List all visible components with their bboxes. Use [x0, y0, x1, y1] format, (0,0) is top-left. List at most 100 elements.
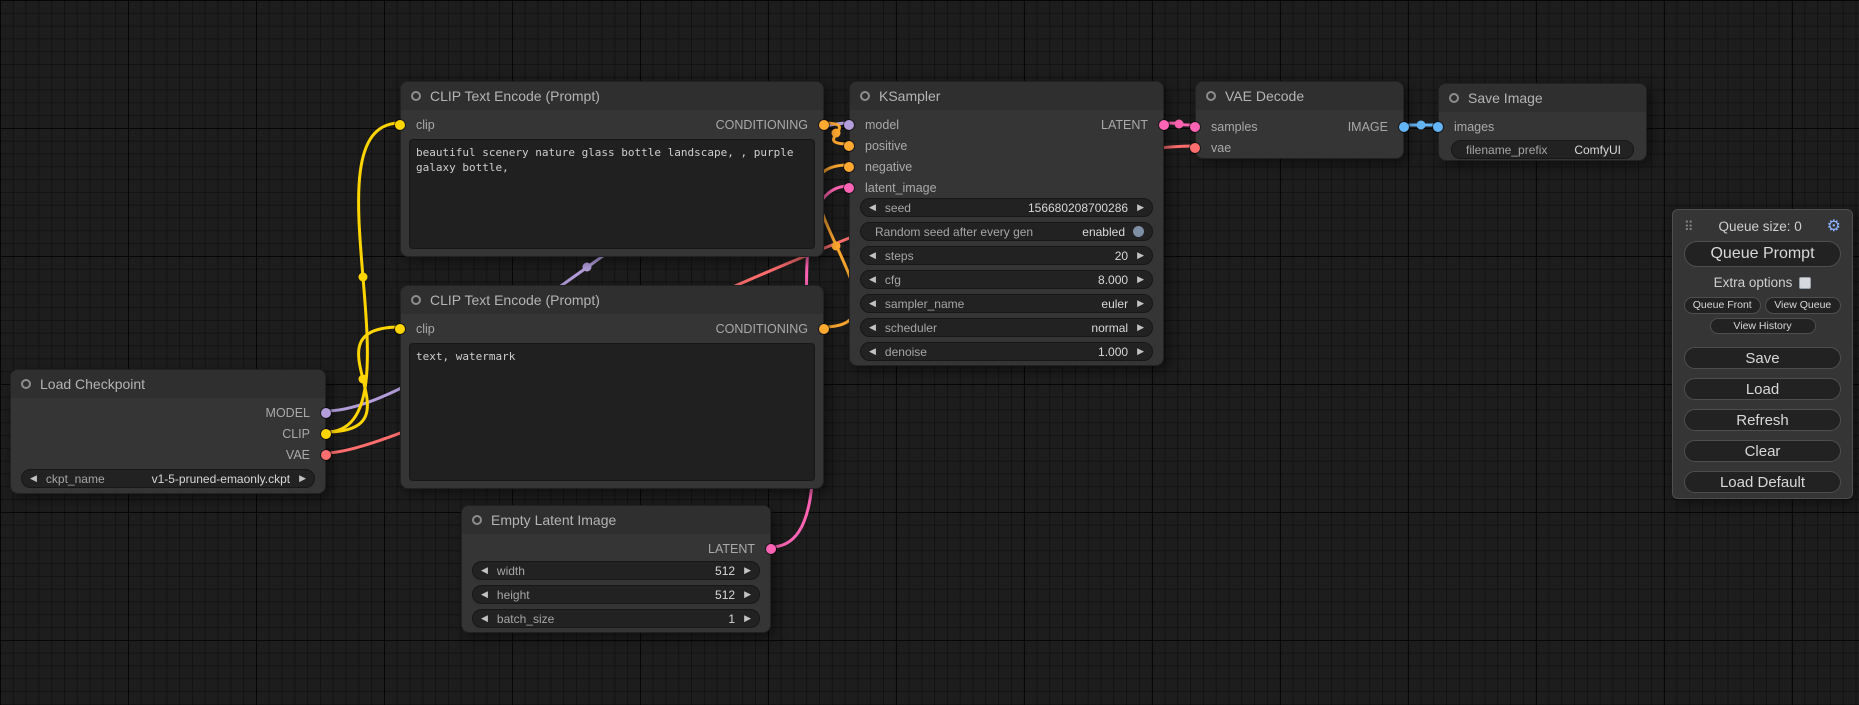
node-header[interactable]: KSampler [850, 82, 1163, 110]
output-dot-vae[interactable] [321, 450, 331, 460]
output-dot-latent[interactable] [1159, 120, 1169, 130]
node-clip-text-encode-negative[interactable]: CLIP Text Encode (Prompt) clip CONDITION… [400, 285, 824, 489]
node-load-checkpoint[interactable]: Load Checkpoint MODEL CLIP VAE ◀ ckpt_na… [10, 369, 326, 494]
output-dot-image[interactable] [1399, 122, 1409, 132]
widget-batch-size[interactable]: ◀ batch_size 1 ▶ [472, 609, 760, 628]
widget-label: scheduler [885, 321, 937, 335]
input-dot-clip[interactable] [395, 324, 405, 334]
drag-handle-icon[interactable]: ⠿ [1684, 219, 1694, 235]
node-header[interactable]: Empty Latent Image [462, 506, 770, 534]
increment-arrow-icon[interactable]: ▶ [744, 566, 751, 575]
increment-arrow-icon[interactable]: ▶ [1137, 347, 1144, 356]
input-dot-positive[interactable] [844, 141, 854, 151]
decrement-arrow-icon[interactable]: ◀ [481, 566, 488, 575]
node-ksampler[interactable]: KSampler model LATENT positive negative … [849, 81, 1164, 366]
collapse-dot-icon[interactable] [1206, 91, 1216, 101]
refresh-button[interactable]: Refresh [1684, 409, 1841, 431]
settings-gear-icon[interactable]: ⚙ [1827, 219, 1841, 235]
widget-cfg[interactable]: ◀ cfg 8.000 ▶ [860, 270, 1153, 289]
slot-row: negative [850, 156, 1163, 177]
widget-denoise[interactable]: ◀ denoise 1.000 ▶ [860, 342, 1153, 361]
widget-scheduler[interactable]: ◀ scheduler normal ▶ [860, 318, 1153, 337]
input-dot-clip[interactable] [395, 120, 405, 130]
widget-seed[interactable]: ◀ seed 156680208700286 ▶ [860, 198, 1153, 217]
widget-label: width [497, 564, 525, 578]
input-dot-vae[interactable] [1190, 143, 1200, 153]
node-header[interactable]: CLIP Text Encode (Prompt) [401, 286, 823, 314]
slot-row: vae [1196, 137, 1403, 158]
node-header[interactable]: CLIP Text Encode (Prompt) [401, 82, 823, 110]
widget-sampler-name[interactable]: ◀ sampler_name euler ▶ [860, 294, 1153, 313]
decrement-arrow-icon[interactable]: ◀ [30, 474, 37, 483]
input-dot-negative[interactable] [844, 162, 854, 172]
decrement-arrow-icon[interactable]: ◀ [869, 299, 876, 308]
view-history-button[interactable]: View History [1710, 318, 1816, 334]
prompt-textarea[interactable]: text, watermark [409, 343, 815, 481]
output-label-conditioning: CONDITIONING [716, 118, 808, 132]
output-dot-conditioning[interactable] [819, 324, 829, 334]
queue-front-button[interactable]: Queue Front [1684, 297, 1761, 314]
collapse-dot-icon[interactable] [472, 515, 482, 525]
input-dot-samples[interactable] [1190, 122, 1200, 132]
queue-prompt-button[interactable]: Queue Prompt [1684, 241, 1841, 267]
collapse-dot-icon[interactable] [1449, 93, 1459, 103]
widget-height[interactable]: ◀ height 512 ▶ [472, 585, 760, 604]
toggle-dot-icon[interactable] [1133, 226, 1144, 237]
decrement-arrow-icon[interactable]: ◀ [481, 614, 488, 623]
output-dot-conditioning[interactable] [819, 120, 829, 130]
input-label-vae: vae [1211, 141, 1231, 155]
node-header[interactable]: VAE Decode [1196, 82, 1403, 110]
widget-value: 512 [715, 588, 735, 602]
decrement-arrow-icon[interactable]: ◀ [869, 347, 876, 356]
collapse-dot-icon[interactable] [411, 91, 421, 101]
decrement-arrow-icon[interactable]: ◀ [481, 590, 488, 599]
decrement-arrow-icon[interactable]: ◀ [869, 251, 876, 260]
output-dot-model[interactable] [321, 408, 331, 418]
widget-ckpt-name[interactable]: ◀ ckpt_name v1-5-pruned-emaonly.ckpt ▶ [21, 469, 315, 488]
increment-arrow-icon[interactable]: ▶ [1137, 275, 1144, 284]
extra-options-checkbox[interactable] [1799, 277, 1811, 289]
node-header[interactable]: Load Checkpoint [11, 370, 325, 398]
decrement-arrow-icon[interactable]: ◀ [869, 323, 876, 332]
node-clip-text-encode-positive[interactable]: CLIP Text Encode (Prompt) clip CONDITION… [400, 81, 824, 257]
output-label-image: IMAGE [1348, 120, 1388, 134]
collapse-dot-icon[interactable] [411, 295, 421, 305]
widget-filename-prefix[interactable]: filename_prefix ComfyUI [1451, 140, 1634, 159]
input-dot-latent-image[interactable] [844, 183, 854, 193]
load-button[interactable]: Load [1684, 378, 1841, 400]
increment-arrow-icon[interactable]: ▶ [1137, 251, 1144, 260]
widget-width[interactable]: ◀ width 512 ▶ [472, 561, 760, 580]
node-header[interactable]: Save Image [1439, 84, 1646, 112]
node-vae-decode[interactable]: VAE Decode samples IMAGE vae [1195, 81, 1404, 159]
widget-label: batch_size [497, 612, 554, 626]
decrement-arrow-icon[interactable]: ◀ [869, 203, 876, 212]
input-dot-model[interactable] [844, 120, 854, 130]
increment-arrow-icon[interactable]: ▶ [744, 590, 751, 599]
link-midpoint-dot [832, 242, 841, 251]
queue-size-label: Queue size: 0 [1694, 219, 1827, 234]
graph-canvas[interactable]: Load Checkpoint MODEL CLIP VAE ◀ ckpt_na… [0, 0, 1859, 705]
decrement-arrow-icon[interactable]: ◀ [869, 275, 876, 284]
node-save-image[interactable]: Save Image images filename_prefix ComfyU… [1438, 83, 1647, 161]
node-empty-latent-image[interactable]: Empty Latent Image LATENT ◀ width 512 ▶ … [461, 505, 771, 633]
node-title: Save Image [1468, 90, 1543, 106]
load-default-button[interactable]: Load Default [1684, 471, 1841, 493]
input-dot-images[interactable] [1433, 122, 1443, 132]
save-button[interactable]: Save [1684, 347, 1841, 369]
widget-steps[interactable]: ◀ steps 20 ▶ [860, 246, 1153, 265]
extra-options-label: Extra options [1714, 275, 1793, 290]
clear-button[interactable]: Clear [1684, 440, 1841, 462]
view-queue-button[interactable]: View Queue [1765, 297, 1842, 314]
output-dot-clip[interactable] [321, 429, 331, 439]
collapse-dot-icon[interactable] [860, 91, 870, 101]
widget-random-seed-toggle[interactable]: Random seed after every gen enabled [860, 222, 1153, 241]
increment-arrow-icon[interactable]: ▶ [1137, 323, 1144, 332]
increment-arrow-icon[interactable]: ▶ [1137, 203, 1144, 212]
increment-arrow-icon[interactable]: ▶ [1137, 299, 1144, 308]
link-midpoint-dot [583, 263, 592, 272]
collapse-dot-icon[interactable] [21, 379, 31, 389]
output-dot-latent[interactable] [766, 544, 776, 554]
increment-arrow-icon[interactable]: ▶ [744, 614, 751, 623]
prompt-textarea[interactable]: beautiful scenery nature glass bottle la… [409, 139, 815, 249]
increment-arrow-icon[interactable]: ▶ [299, 474, 306, 483]
